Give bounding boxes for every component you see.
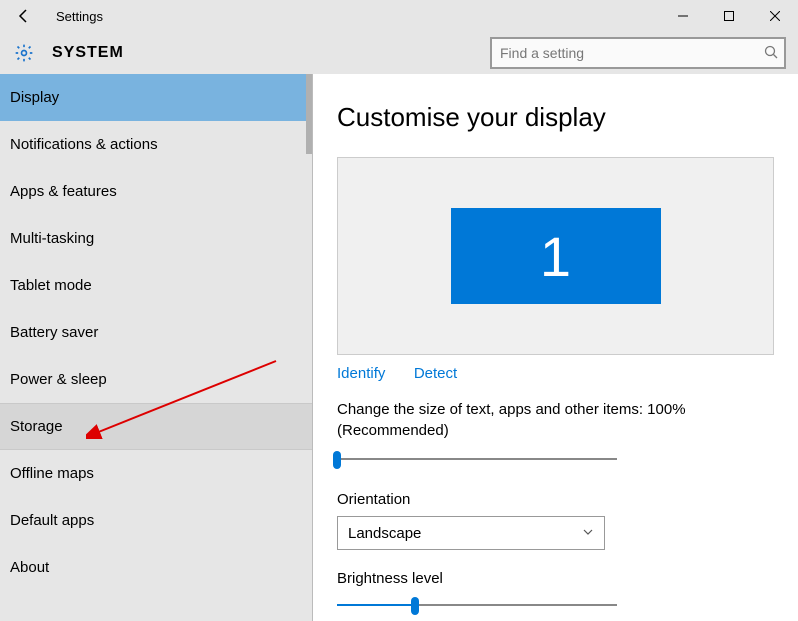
brightness-slider[interactable] [337,593,617,617]
sidebar-item-label: Storage [10,418,63,435]
sidebar-item-power[interactable]: Power & sleep [0,356,312,403]
page-title: Customise your display [337,102,774,133]
scale-slider[interactable] [337,447,617,471]
sidebar-item-storage[interactable]: Storage [0,403,312,450]
display-arrangement[interactable]: 1 [337,157,774,355]
sidebar-item-tablet[interactable]: Tablet mode [0,262,312,309]
section-title: SYSTEM [34,44,124,62]
window-title: Settings [48,9,103,24]
sidebar-item-label: Apps & features [10,183,117,200]
detect-link[interactable]: Detect [414,365,457,382]
maximize-icon [724,11,734,21]
chevron-down-icon [582,525,594,542]
sidebar-item-label: Offline maps [10,465,94,482]
sidebar: Display Notifications & actions Apps & f… [0,74,313,621]
minimize-icon [678,11,688,21]
main-panel: Customise your display 1 Identify Detect… [313,74,798,621]
scrollbar[interactable] [306,74,312,154]
orientation-label: Orientation [337,491,774,508]
sidebar-item-label: Multi-tasking [10,230,94,247]
sidebar-item-default-apps[interactable]: Default apps [0,497,312,544]
sidebar-item-display[interactable]: Display [0,74,312,121]
slider-thumb[interactable] [411,597,419,615]
slider-fill [337,604,415,606]
sidebar-item-battery[interactable]: Battery saver [0,309,312,356]
close-icon [770,11,780,21]
monitor-thumbnail[interactable]: 1 [451,208,661,304]
search-input[interactable] [490,37,786,69]
sidebar-item-about[interactable]: About [0,544,312,591]
sidebar-item-label: Tablet mode [10,277,92,294]
sidebar-item-label: Power & sleep [10,371,107,388]
orientation-value: Landscape [348,525,421,542]
identify-link[interactable]: Identify [337,365,385,382]
sidebar-item-multitasking[interactable]: Multi-tasking [0,215,312,262]
slider-thumb[interactable] [333,451,341,469]
slider-track [337,458,617,460]
maximize-button[interactable] [706,0,752,32]
sidebar-item-label: Battery saver [10,324,98,341]
sidebar-item-apps[interactable]: Apps & features [0,168,312,215]
sidebar-item-label: Notifications & actions [10,136,158,153]
sidebar-item-label: About [10,559,49,576]
search-icon [764,45,778,64]
sidebar-item-label: Display [10,89,59,106]
sidebar-item-offline-maps[interactable]: Offline maps [0,450,312,497]
brightness-label: Brightness level [337,570,774,587]
back-button[interactable] [0,0,48,32]
minimize-button[interactable] [660,0,706,32]
orientation-dropdown[interactable]: Landscape [337,516,605,550]
scale-label: Change the size of text, apps and other … [337,399,774,441]
gear-icon [14,43,34,63]
sidebar-item-notifications[interactable]: Notifications & actions [0,121,312,168]
arrow-left-icon [16,8,32,24]
close-button[interactable] [752,0,798,32]
monitor-number: 1 [540,224,571,289]
sidebar-item-label: Default apps [10,512,94,529]
